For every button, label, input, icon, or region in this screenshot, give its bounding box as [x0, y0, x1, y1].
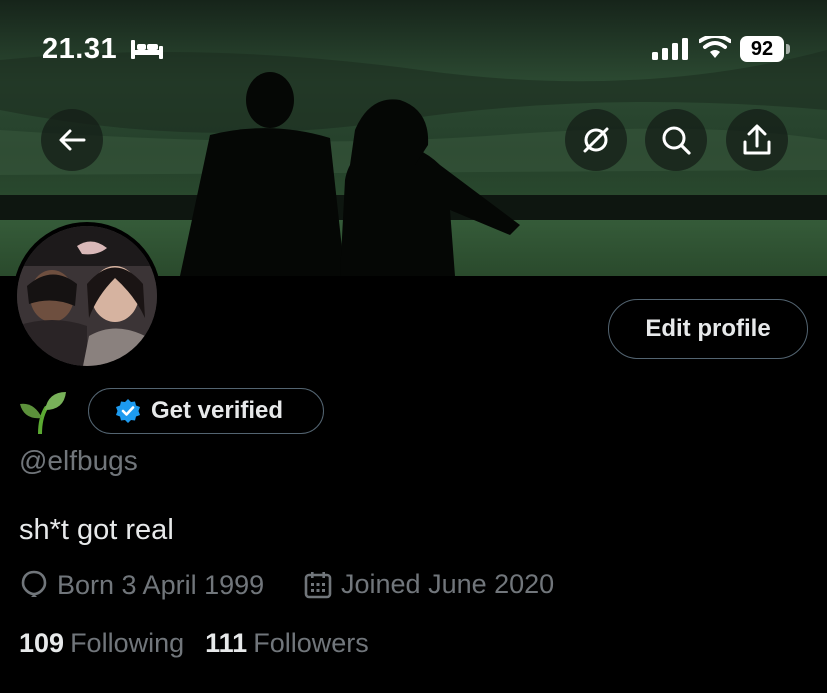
following-label: Following	[70, 628, 185, 658]
follow-stats: 109 Following 111 Followers	[19, 628, 369, 659]
profile-bio: sh*t got real	[19, 514, 174, 546]
search-button[interactable]	[645, 109, 707, 171]
calendar-icon	[304, 571, 332, 598]
edit-profile-button[interactable]: Edit profile	[608, 299, 808, 359]
following-link[interactable]: 109 Following	[19, 628, 184, 659]
wifi-icon	[699, 36, 731, 58]
seedling-icon	[18, 390, 68, 439]
followers-count: 111	[205, 628, 248, 658]
get-verified-label: Get verified	[151, 397, 284, 424]
grok-button[interactable]	[565, 109, 627, 171]
search-icon	[662, 126, 691, 155]
birth-date: Born 3 April 1999	[20, 569, 264, 601]
join-date-text: Joined June 2020	[341, 569, 555, 599]
grok-icon	[583, 127, 609, 153]
share-button[interactable]	[726, 109, 788, 171]
user-handle: @elfbugs	[19, 445, 138, 476]
battery-tip	[786, 44, 790, 54]
following-count: 109	[19, 628, 65, 658]
avatar-photo	[17, 226, 157, 366]
status-time: 21.31	[42, 33, 118, 65]
birth-date-text: Born 3 April 1999	[57, 569, 265, 600]
get-verified-button[interactable]: Get verified	[88, 388, 324, 434]
balloon-icon	[21, 570, 47, 597]
verified-badge-icon	[116, 399, 140, 423]
back-button[interactable]	[41, 109, 103, 171]
profile-avatar[interactable]	[13, 222, 161, 370]
battery-indicator: 92	[740, 36, 784, 62]
cellular-signal-icon	[652, 38, 688, 60]
join-date: Joined June 2020	[303, 569, 554, 600]
avatar-image	[17, 226, 157, 366]
followers-link[interactable]: 111 Followers	[205, 628, 369, 659]
arrow-left-icon	[59, 129, 86, 151]
sleep-focus-icon	[131, 40, 163, 59]
followers-label: Followers	[253, 628, 369, 658]
status-bar: 21.31 92	[0, 0, 827, 100]
share-icon	[743, 124, 771, 155]
